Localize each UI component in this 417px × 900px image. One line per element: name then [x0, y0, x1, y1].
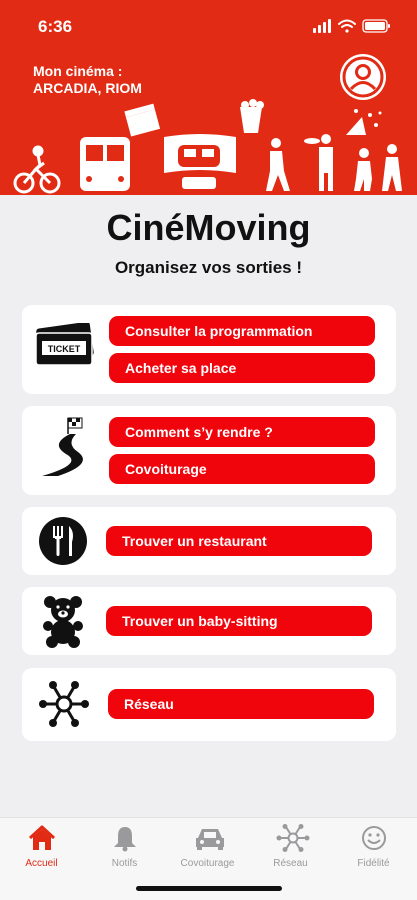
svg-text:TICKET: TICKET: [48, 344, 81, 354]
restaurant-card: Trouver un restaurant: [22, 507, 396, 575]
covoiturage-button[interactable]: Covoiturage: [109, 454, 375, 484]
network-card: Réseau: [22, 668, 396, 741]
status-time: 6:36: [38, 17, 73, 36]
clapperboard-icon: [124, 103, 161, 137]
tab-label: Covoiturage: [180, 858, 235, 869]
party-icon: [346, 109, 382, 135]
tab-fidelite[interactable]: Fidélité: [332, 818, 415, 878]
cinema-label: Mon cinéma :: [33, 63, 123, 79]
tab-label: Notifs: [111, 858, 138, 869]
consulter-programmation-button[interactable]: Consulter la programmation: [109, 316, 375, 346]
tab-label: Fidélité: [357, 858, 390, 869]
home-icon: [28, 825, 56, 850]
user-icon: [342, 56, 384, 98]
tickets-card: TICKET Consulter la programmation Achete…: [22, 305, 396, 394]
babysitting-card: Trouver un baby-sitting: [22, 587, 396, 655]
header-illustration: [13, 99, 402, 194]
road-icon: [42, 417, 83, 476]
cinema-info[interactable]: Mon cinéma : ARCADIA, RIOM: [33, 63, 142, 97]
cyclist-icon: [13, 145, 61, 194]
signal-icon: [313, 19, 331, 33]
trouver-babysitting-button[interactable]: Trouver un baby-sitting: [106, 606, 372, 636]
family-icon: [354, 144, 402, 191]
network-icon: [276, 824, 310, 852]
wifi-icon: [338, 19, 356, 33]
ticket-icon: TICKET: [35, 323, 94, 366]
car-icon: [196, 829, 224, 850]
checkered-flag-icon: [67, 417, 83, 434]
restaurant-icon: [39, 517, 87, 565]
smiley-icon: [362, 826, 386, 850]
home-indicator: [136, 886, 282, 891]
waiter-icon: [304, 134, 333, 191]
popcorn-icon: [240, 99, 264, 133]
tab-reseau[interactable]: Réseau: [249, 818, 332, 878]
profile-avatar-button[interactable]: [340, 54, 386, 100]
app-title: CinéMoving: [106, 207, 311, 248]
tab-notifs[interactable]: Notifs: [83, 818, 166, 878]
pedestrian-icon: [266, 138, 290, 191]
app-subtitle: Organisez vos sorties !: [114, 258, 303, 277]
battery-icon: [362, 19, 390, 33]
drive-in-screen-icon: [164, 134, 236, 189]
bus-icon: [80, 137, 130, 191]
network-icon: [39, 681, 89, 727]
bell-icon: [114, 827, 136, 852]
comment-sy-rendre-button[interactable]: Comment s’y rendre ?: [109, 417, 375, 447]
tab-covoiturage[interactable]: Covoiturage: [166, 818, 249, 878]
tab-label: Réseau: [273, 858, 308, 869]
route-card: Comment s’y rendre ? Covoiturage: [22, 406, 396, 495]
teddy-bear-icon: [43, 596, 83, 648]
acheter-place-button[interactable]: Acheter sa place: [109, 353, 375, 383]
status-icons: [313, 17, 393, 40]
trouver-restaurant-button[interactable]: Trouver un restaurant: [106, 526, 372, 556]
tab-label: Accueil: [25, 858, 58, 869]
reseau-button[interactable]: Réseau: [108, 689, 374, 719]
header-banner: 6:36 Mon cinéma : ARCADIA, RIOM: [0, 0, 417, 195]
tab-accueil[interactable]: Accueil: [0, 818, 83, 878]
